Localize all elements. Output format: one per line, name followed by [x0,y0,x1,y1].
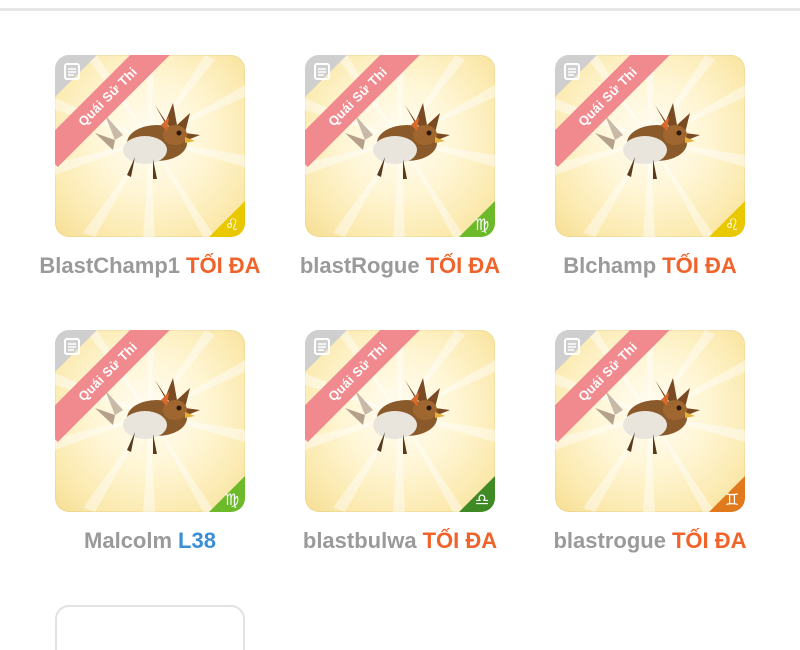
monster-level: TỐI ĐA [671,528,747,553]
monster-level: TỐI ĐA [422,528,498,553]
monster-label: BlastChamp1 TỐI ĐA [25,253,275,279]
top-divider [0,8,800,11]
virgo-icon: ♍ [474,215,490,234]
monster-card-3[interactable]: Quái Sử Thi ♌ Blchamp TỐI ĐA [555,55,800,295]
monster-level: TỐI ĐA [425,253,501,278]
monster-name: blastRogue [299,253,420,278]
gemini-icon: ♊ [724,490,740,509]
monster-tile[interactable]: Quái Sử Thi ♊ [555,330,745,512]
monster-level: TỐI ĐA [662,253,737,278]
monster-label: blastbulwa TỐI ĐA [275,528,525,554]
virgo-icon: ♍ [224,490,240,509]
monster-tile[interactable]: Quái Sử Thi ♌ [555,55,745,237]
monster-card-partial[interactable] [55,605,245,650]
monster-tile[interactable]: Quái Sử Thi ♍ [55,330,245,512]
notes-icon[interactable] [314,338,330,355]
leo-icon: ♌ [224,215,240,234]
monster-name: Malcolm [84,528,173,553]
monster-name: blastbulwa [302,528,417,553]
monster-card-1[interactable]: Quái Sử Thi ♌ BlastChamp1 TỐI ĐA [39,55,305,295]
monster-card-4[interactable]: Quái Sử Thi ♍ Malcolm L38 [55,330,305,570]
monster-tile[interactable]: Quái Sử Thi ♌ [55,55,245,237]
monster-name: BlastChamp1 [39,253,181,278]
monster-name: Blchamp [563,253,657,278]
monster-tile[interactable]: Quái Sử Thi ♍ [305,55,495,237]
monster-label: blastrogue TỐI ĐA [525,528,775,554]
monster-label: Malcolm L38 [25,528,275,554]
libra-icon: ♎ [474,490,490,509]
leo-icon: ♌ [724,215,740,234]
notes-icon[interactable] [64,338,80,355]
monster-label: Blchamp TỐI ĐA [525,253,775,279]
monster-level: L38 [178,528,216,553]
notes-icon[interactable] [564,338,580,355]
monster-tile[interactable]: Quái Sử Thi ♎ [305,330,495,512]
monster-level: TỐI ĐA [186,253,261,278]
monster-name: blastrogue [553,528,666,553]
notes-icon[interactable] [64,63,80,80]
monster-card-6[interactable]: Quái Sử Thi ♊ blastrogue TỐI ĐA [553,330,800,570]
monster-card-2[interactable]: Quái Sử Thi ♍ blastRogue TỐI ĐA [300,55,555,295]
notes-icon[interactable] [564,63,580,80]
monster-card-5[interactable]: Quái Sử Thi ♎ blastbulwa TỐI ĐA [303,330,555,570]
monster-label: blastRogue TỐI ĐA [275,253,525,279]
notes-icon[interactable] [314,63,330,80]
